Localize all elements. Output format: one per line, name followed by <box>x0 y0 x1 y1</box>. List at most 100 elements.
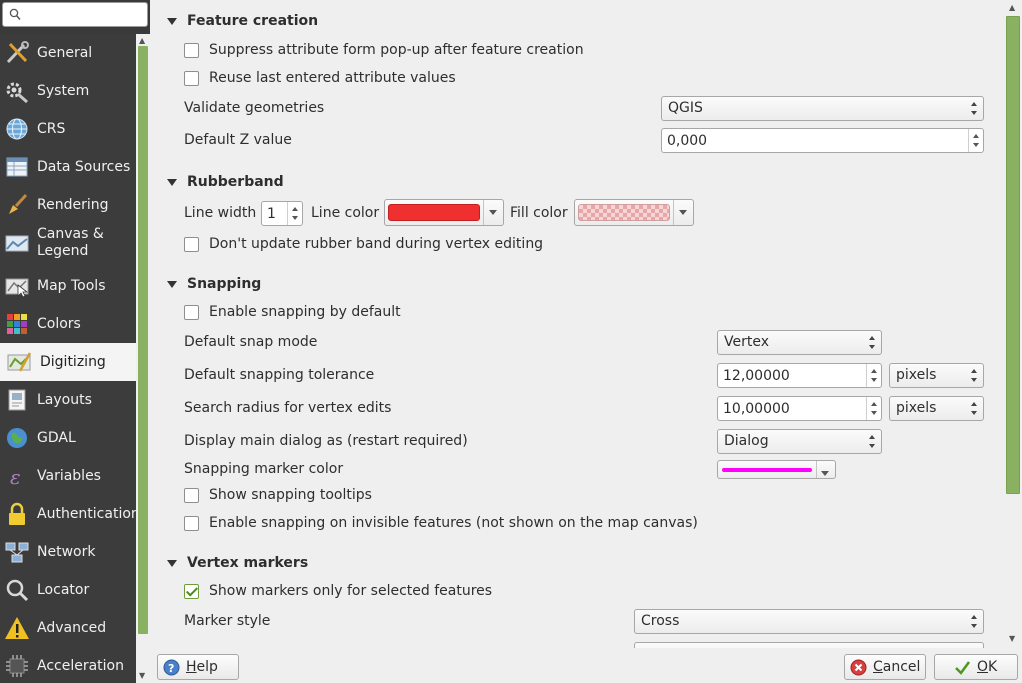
reuse-last-values-checkbox[interactable] <box>184 70 199 86</box>
reuse-last-values-checkbox-row[interactable]: Reuse last entered attribute values <box>184 70 456 86</box>
checkmark-icon <box>955 660 971 675</box>
dont-update-rubberband-checkbox-row[interactable]: Don't update rubber band during vertex e… <box>184 236 543 252</box>
spin-buttons[interactable] <box>968 129 983 152</box>
warning-icon <box>5 617 29 639</box>
display-dialog-select[interactable]: Dialog <box>717 429 882 454</box>
chevron-down-icon[interactable] <box>483 200 503 225</box>
button-label: OK <box>977 659 998 675</box>
search-input[interactable] <box>25 5 143 24</box>
sidebar-item-label: General <box>37 44 93 61</box>
suppress-form-popup-checkbox[interactable] <box>184 42 199 58</box>
sidebar-item-label: Digitizing <box>40 353 106 370</box>
sidebar-item-canvas-legend[interactable]: Canvas & Legend <box>0 224 136 262</box>
checkbox-label: Show snapping tooltips <box>209 487 372 503</box>
display-dialog-label: Display main dialog as (restart required… <box>184 433 468 449</box>
section-vertex-markers[interactable]: Vertex markers <box>167 555 308 571</box>
snapping-tooltips-checkbox-row[interactable]: Show snapping tooltips <box>184 487 372 503</box>
enable-snapping-checkbox-row[interactable]: Enable snapping by default <box>184 304 401 320</box>
scroll-up-arrow-icon[interactable]: ▲ <box>1009 3 1015 12</box>
sidebar-item-digitizing[interactable]: Digitizing <box>0 343 136 381</box>
section-snapping[interactable]: Snapping <box>167 276 261 292</box>
sidebar-item-system[interactable]: System <box>0 72 136 110</box>
updown-arrows-icon <box>971 369 978 382</box>
sidebar-item-layouts[interactable]: Layouts <box>0 381 136 419</box>
ok-button[interactable]: OK <box>934 654 1018 680</box>
updown-arrows-icon <box>869 435 876 448</box>
snapping-tooltips-checkbox[interactable] <box>184 487 199 503</box>
snapping-tolerance-input[interactable] <box>718 364 866 387</box>
line-width-label: Line width <box>184 205 257 221</box>
sidebar-scroll-thumb[interactable] <box>138 46 148 634</box>
spin-buttons[interactable] <box>287 202 302 225</box>
validate-geometries-select[interactable]: QGIS <box>661 96 984 121</box>
line-color-button[interactable] <box>384 199 504 226</box>
chevron-down-icon[interactable] <box>673 200 693 225</box>
help-button[interactable]: ? Help <box>157 654 239 680</box>
sidebar-item-network[interactable]: Network <box>0 533 136 571</box>
sidebar-item-variables[interactable]: ε Variables <box>0 457 136 495</box>
sidebar-item-crs[interactable]: CRS <box>0 110 136 148</box>
spin-buttons[interactable] <box>866 364 881 387</box>
sidebar-item-label: Network <box>37 543 96 560</box>
epsilon-icon: ε <box>10 465 21 489</box>
line-width-spinbox[interactable] <box>261 201 303 226</box>
select-value: pixels <box>896 400 937 416</box>
sidebar-item-general[interactable]: General <box>0 34 136 72</box>
checkbox-label: Enable snapping by default <box>209 304 401 320</box>
markers-selected-only-checkbox[interactable] <box>184 583 199 599</box>
enable-snapping-checkbox[interactable] <box>184 304 199 320</box>
scroll-down-arrow-icon[interactable]: ▼ <box>139 672 145 680</box>
line-color-label: Line color <box>311 205 380 221</box>
scroll-up-arrow-icon[interactable]: ▲ <box>139 37 145 45</box>
section-rubberband[interactable]: Rubberband <box>167 174 284 190</box>
sidebar-item-acceleration[interactable]: Acceleration <box>0 647 136 683</box>
scroll-down-arrow-icon[interactable]: ▼ <box>1009 634 1015 643</box>
sidebar-item-rendering[interactable]: Rendering <box>0 186 136 224</box>
section-feature-creation[interactable]: Feature creation <box>167 13 318 29</box>
sidebar-item-label: CRS <box>37 120 66 137</box>
line-width-input[interactable] <box>262 202 288 225</box>
search-radius-input[interactable] <box>718 397 866 420</box>
spin-buttons[interactable] <box>866 397 881 420</box>
snapping-marker-color-button[interactable] <box>717 460 836 479</box>
fill-color-button[interactable] <box>574 199 694 226</box>
section-title: Feature creation <box>187 13 319 29</box>
search-radius-spinbox[interactable] <box>717 396 882 421</box>
dont-update-rubberband-checkbox[interactable] <box>184 236 199 252</box>
sidebar-item-data-sources[interactable]: Data Sources <box>0 148 136 186</box>
chevron-down-icon[interactable] <box>815 461 835 478</box>
default-z-input[interactable] <box>662 129 962 152</box>
sidebar-scrollbar[interactable]: ▲ ▼ <box>136 34 150 683</box>
snapping-tolerance-spinbox[interactable] <box>717 363 882 388</box>
sidebar-item-authentication[interactable]: Authentication <box>0 495 136 533</box>
snapping-invisible-checkbox[interactable] <box>184 515 199 531</box>
snapping-invisible-checkbox-row[interactable]: Enable snapping on invisible features (n… <box>184 515 698 531</box>
main-scroll-thumb[interactable] <box>1006 16 1020 494</box>
sidebar-item-label: GDAL <box>37 429 76 446</box>
main-scrollbar[interactable]: ▲ ▼ <box>1004 0 1022 648</box>
line-color-swatch <box>388 204 480 221</box>
cancel-button[interactable]: Cancel <box>844 654 926 680</box>
paintbrush-icon <box>9 193 28 214</box>
sidebar-item-locator[interactable]: Locator <box>0 571 136 609</box>
snapping-marker-color-label: Snapping marker color <box>184 461 344 477</box>
sidebar-item-label: Locator <box>37 581 90 598</box>
network-icon <box>5 542 29 563</box>
digitizing-settings-panel: Feature creation Suppress attribute form… <box>157 0 1004 648</box>
default-z-spinbox[interactable] <box>661 128 984 153</box>
snapping-tolerance-unit-select[interactable]: pixels <box>889 363 984 388</box>
sidebar-item-gdal[interactable]: GDAL <box>0 419 136 457</box>
markers-selected-only-checkbox-row[interactable]: Show markers only for selected features <box>184 583 492 599</box>
updown-arrows-icon <box>971 402 978 415</box>
sidebar-item-advanced[interactable]: Advanced <box>0 609 136 647</box>
snap-mode-select[interactable]: Vertex <box>717 330 882 355</box>
partially-visible-select[interactable] <box>634 642 984 648</box>
validate-geometries-label: Validate geometries <box>184 100 325 116</box>
updown-arrows-icon <box>971 102 978 115</box>
sidebar-item-colors[interactable]: Colors <box>0 305 136 343</box>
suppress-form-popup-checkbox-row[interactable]: Suppress attribute form pop-up after fea… <box>184 42 584 58</box>
search-field[interactable] <box>2 2 148 27</box>
search-radius-unit-select[interactable]: pixels <box>889 396 984 421</box>
sidebar-item-map-tools[interactable]: Map Tools <box>0 267 136 305</box>
marker-style-select[interactable]: Cross <box>634 609 984 634</box>
